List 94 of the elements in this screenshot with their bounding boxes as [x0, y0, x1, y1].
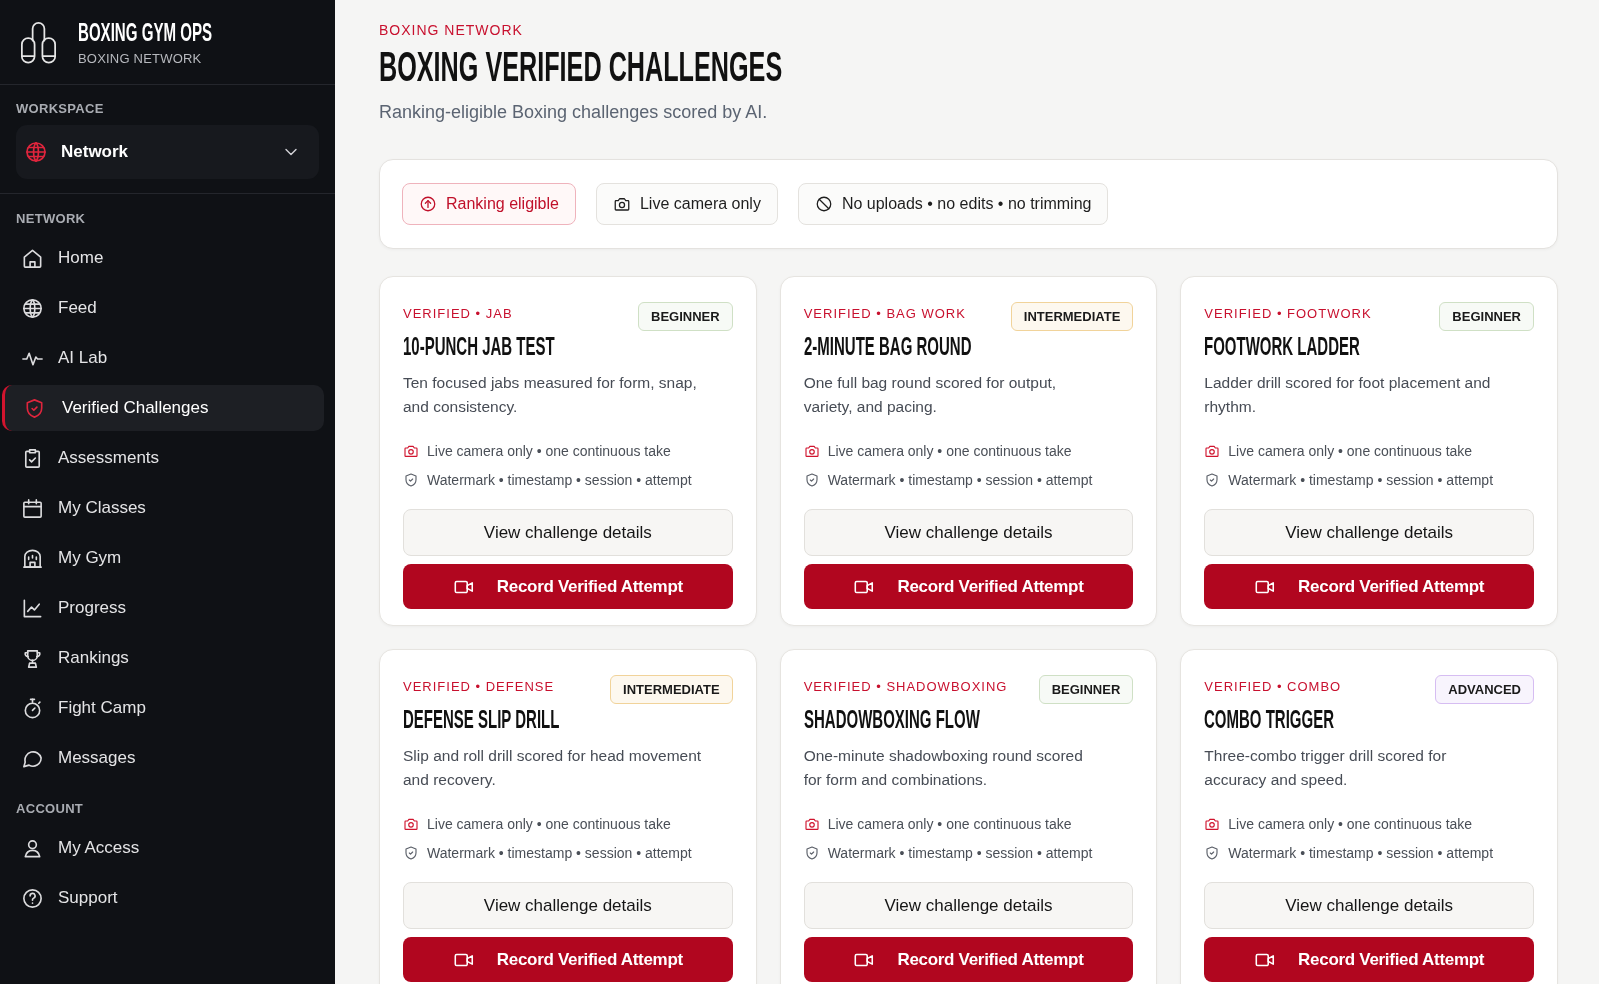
sidebar-item[interactable]: Home	[2, 235, 324, 281]
sidebar-item[interactable]: Assessments	[2, 435, 324, 481]
chip-label: No uploads • no edits • no trimming	[841, 195, 1092, 213]
shield-check-icon	[403, 845, 419, 861]
camera-icon	[803, 816, 820, 832]
section-label: WORKSPACE	[16, 101, 104, 117]
sidebar-item[interactable]: Rankings	[2, 635, 324, 681]
section-label: ACCOUNT	[16, 801, 84, 817]
card-title: 10-PUNCH JAB TEST	[403, 331, 555, 361]
sidebar-item[interactable]: AI Lab	[2, 335, 324, 381]
shield-check-icon	[803, 845, 820, 861]
requirement-text: Live camera only • one continuous take	[1228, 816, 1473, 832]
details-button[interactable]: View challenge details	[403, 509, 733, 556]
category-label: VERIFIED • COMBO	[1204, 679, 1342, 695]
chip-label: Live camera only	[639, 195, 761, 213]
record-button[interactable]: Record Verified Attempt	[1204, 564, 1534, 609]
sidebar-item[interactable]: Progress	[2, 585, 324, 631]
difficulty-badge: BEGINNER	[638, 302, 733, 331]
requirement-text: Live camera only • one continuous take	[427, 443, 671, 459]
requirement-text: Live camera only • one continuous take	[1228, 443, 1473, 459]
section-label: NETWORK	[16, 211, 86, 227]
requirement-text: Watermark • timestamp • session • attempt	[1228, 472, 1494, 488]
boxing-gloves-icon	[18, 20, 59, 65]
shield-check-icon	[1204, 845, 1221, 861]
category-label: VERIFIED • FOOTWORK	[1204, 306, 1372, 322]
shield-check-icon	[1204, 472, 1221, 488]
brand-subtitle: BOXING NETWORK	[78, 51, 202, 66]
card-description: Three-combo trigger drill scored for accuracy and speed.	[1204, 746, 1448, 790]
globe-icon	[21, 296, 44, 320]
sidebar-item[interactable]: Verified Challenges	[2, 385, 324, 431]
chip-label: Ranking eligible	[446, 195, 559, 213]
ban-icon	[814, 195, 833, 213]
card-description: Slip and roll drill scored for head movement and recovery.	[403, 746, 703, 790]
camera-icon	[403, 443, 419, 459]
card-description: Ten focused jabs measured for form, snap, and consistency.	[403, 373, 698, 417]
category-label: VERIFIED • BAG WORK	[803, 306, 966, 322]
record-button[interactable]: Record Verified Attempt	[403, 564, 733, 609]
sidebar-item[interactable]: Fight Camp	[2, 685, 324, 731]
difficulty-badge: INTERMEDIATE	[610, 675, 733, 704]
requirement-text: Watermark • timestamp • session • attempt	[427, 845, 692, 861]
sidebar-item[interactable]: My Access	[2, 825, 324, 871]
camera-icon	[403, 816, 419, 832]
shield-check-icon	[403, 472, 419, 488]
details-button[interactable]: View challenge details	[803, 882, 1134, 929]
workspace-dropdown[interactable]: Network	[16, 125, 319, 179]
details-button[interactable]: View challenge details	[1204, 882, 1534, 929]
camera-icon	[1204, 816, 1221, 832]
globe-icon	[24, 140, 48, 164]
sidebar-item[interactable]: My Gym	[2, 535, 324, 581]
card-title: FOOTWORK LADDER	[1204, 331, 1361, 361]
card-title: DEFENSE SLIP DRILL	[403, 704, 560, 734]
details-button[interactable]: View challenge details	[803, 509, 1134, 556]
details-button[interactable]: View challenge details	[403, 882, 733, 929]
difficulty-badge: BEGINNER	[1038, 675, 1134, 704]
sidebar-item[interactable]: Feed	[2, 285, 324, 331]
details-button[interactable]: View challenge details	[1204, 509, 1534, 556]
difficulty-badge: INTERMEDIATE	[1010, 302, 1134, 331]
difficulty-badge: ADVANCED	[1435, 675, 1534, 704]
camera-icon	[1204, 443, 1221, 459]
shield-check-icon	[803, 472, 820, 488]
sidebar-item[interactable]: Messages	[2, 735, 324, 781]
brand-title: BOXING GYM OPS	[78, 21, 213, 43]
sidebar-item[interactable]: Support	[2, 875, 324, 921]
arrow-up-circle-icon	[419, 195, 437, 213]
shield-check-icon	[23, 396, 46, 420]
category-label: VERIFIED • JAB	[403, 306, 513, 322]
requirement-text: Live camera only • one continuous take	[827, 443, 1072, 459]
card-title: COMBO TRIGGER	[1204, 704, 1335, 734]
requirement-text: Live camera only • one continuous take	[827, 816, 1072, 832]
requirement-text: Watermark • timestamp • session • attempt	[427, 472, 692, 488]
page-eyebrow: BOXING NETWORK	[379, 22, 523, 38]
sidebar-item[interactable]: My Classes	[2, 485, 324, 531]
camera-icon	[803, 443, 820, 459]
card-description: One-minute shadowboxing round scored for form and combinations.	[803, 746, 1084, 790]
record-button[interactable]: Record Verified Attempt	[403, 937, 733, 982]
camera-icon	[612, 195, 631, 213]
page-subtitle: Ranking-eligible Boxing challenges scored by AI.	[379, 101, 768, 123]
record-button[interactable]: Record Verified Attempt	[803, 564, 1134, 609]
difficulty-badge: BEGINNER	[1439, 302, 1534, 331]
category-label: VERIFIED • SHADOWBOXING	[803, 679, 1008, 695]
record-button[interactable]: Record Verified Attempt	[1204, 937, 1534, 982]
requirement-text: Watermark • timestamp • session • attempt	[827, 472, 1093, 488]
card-title: 2-MINUTE BAG ROUND	[803, 331, 972, 361]
card-title: SHADOWBOXING FLOW	[803, 704, 980, 734]
help-icon	[21, 886, 44, 910]
requirement-text: Live camera only • one continuous take	[427, 816, 671, 832]
card-description: Ladder drill scored for foot placement and rhythm.	[1204, 373, 1492, 417]
calendar-icon	[21, 496, 44, 520]
card-description: One full bag round scored for output, variety, and pacing.	[803, 373, 1058, 417]
requirement-text: Watermark • timestamp • session • attempt	[1228, 845, 1494, 861]
category-label: VERIFIED • DEFENSE	[403, 679, 555, 695]
requirement-text: Watermark • timestamp • session • attempt	[827, 845, 1093, 861]
record-button[interactable]: Record Verified Attempt	[803, 937, 1134, 982]
page-title: BOXING VERIFIED CHALLENGES	[379, 47, 783, 87]
